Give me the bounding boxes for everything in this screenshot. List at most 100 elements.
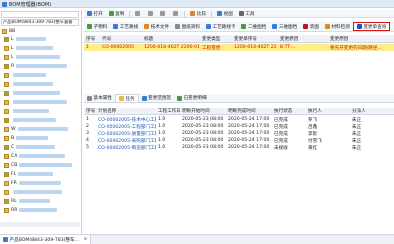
column-header[interactable]: 变更单序号 [234,35,276,42]
toolbar-button[interactable]: 打开 [84,10,106,17]
tree-item[interactable]: CB [4,162,73,168]
toolbar-button[interactable]: 视图 [214,10,236,17]
tree-item[interactable] [4,108,49,114]
table-cell: 付雪飞 [308,138,322,144]
tree-item[interactable]: C [4,144,56,150]
table-row[interactable]: 2 CO-00002005-工程部门工程...1.0 2020-05-23 08:0… [84,123,394,130]
column-header[interactable]: 序号 [86,108,96,114]
tool-icon [175,24,181,29]
table-row[interactable]: 3 CO-00002005-质量部门工程...1.0 2020-05-23 08:0… [84,130,394,137]
tree-item[interactable]: B [4,135,49,141]
toolbar-button[interactable]: 工具 [236,10,258,17]
change-order-grid: 序号 代号 标题 变更类型 变更单序号 变更原因 变更原因 1 CO-00002005 1200… [84,35,394,85]
table-row[interactable]: 1 CO-00002005-技术中心工程...1.0 2020-05-23 08:0… [84,116,394,123]
toolbar-button[interactable]: 复制 [106,10,128,17]
table-cell: 罗飞 [308,117,318,123]
horizontal-scrollbar[interactable] [0,222,80,227]
app-icon [2,1,7,7]
column-header[interactable]: 工程工作日 [158,108,180,114]
column-header[interactable]: 执行状态 [274,108,304,114]
tree-item[interactable]: RL [4,198,50,204]
toolbar-tab-button[interactable]: 材料检测 [322,22,353,31]
table-cell: 朱正 [352,131,362,137]
toolbar-tab-button[interactable]: 工艺路线卡 [203,22,238,31]
redacted-text [18,199,50,203]
toolbar-tab-button[interactable]: 装图 [300,22,322,31]
table-cell: 已完成 [274,124,288,130]
tree-item[interactable] [4,72,46,78]
table-cell: 4 [86,138,89,143]
part-icon [4,153,9,159]
column-header[interactable]: 明晰完成时间 [228,108,272,114]
tool-icon [144,24,150,29]
part-icon [4,198,9,204]
table-row[interactable]: 5 CO-00002005-制造部门工程...1.0 2020-05-23 08:0… [84,144,394,151]
toolbar-button[interactable] [157,10,170,17]
toolbar-button[interactable] [132,10,145,17]
table-cell: 1.0 [158,138,166,143]
toolbar-tab-button[interactable]: 三维图档 [269,22,300,31]
column-header[interactable]: 执行人 [308,108,348,114]
table-row[interactable]: 4 CO-00002005-采购部门工程...1.0 2020-05-23 08:0… [84,137,394,144]
change-order-query-button[interactable]: 变更单查询 [352,22,391,31]
tree-item[interactable]: FL [4,171,54,177]
tree-item[interactable]: FR [4,180,61,186]
toolbar-tab-button[interactable]: 图纸资料 [172,22,203,31]
tool-icon [190,11,196,16]
toolbar-button[interactable] [145,10,158,17]
tree-item[interactable]: RR [4,207,58,213]
column-header[interactable]: 明晰开始时间 [182,108,226,114]
toolbar-button[interactable]: 比较 [187,10,209,17]
product-tree[interactable]: BB L L L R W B C CA CB FL FR RL RR [0,28,80,218]
tree-item[interactable] [4,189,62,195]
toolbar-tab-button[interactable]: 工艺路线 [110,22,141,31]
table-cell: 2020-05-24 17:00 [228,124,270,129]
tree-item[interactable]: L [4,45,53,51]
detail-tab[interactable]: 任务 [114,94,139,102]
column-header[interactable]: 标题 [144,35,199,42]
column-header[interactable]: 代号 [102,35,142,42]
tree-item[interactable]: L [4,54,60,60]
column-header[interactable]: 变更类型 [202,35,230,42]
column-header[interactable]: 变更原因 [280,35,325,42]
toolbar-button[interactable] [170,10,183,17]
tool-icon [87,11,92,16]
part-icon [4,63,9,69]
tree-item[interactable]: W [4,126,68,132]
table-cell: 1 [86,45,89,50]
part-icon [4,162,9,168]
table-row[interactable]: 1 CO-00002005 1200-016-462T 2200-011-...工程… [84,44,394,51]
detail-tab[interactable]: 基本属性 [84,94,115,102]
tree-item[interactable] [4,117,56,123]
toolbar-tab-button[interactable]: 子物料 [84,22,110,31]
tree-item[interactable] [4,90,60,96]
column-header[interactable]: 序号 [86,35,96,42]
tool-icon [172,11,178,16]
tree-item[interactable]: R [4,63,68,69]
tree-item[interactable]: L [4,36,46,42]
table-cell: 2020-05-24 17:00 [228,138,270,143]
tree-root[interactable]: BB [2,28,15,34]
search-input[interactable] [1,11,79,18]
document-tab[interactable]: 产品BOM(8843-309-783)整车... × [0,235,92,244]
tree-item[interactable] [4,81,53,87]
table-cell: 1200-016-462T 2200-011-... [144,45,199,50]
toolbar-tab-button[interactable]: 二维图档 [238,22,269,31]
close-icon[interactable]: × [84,237,88,242]
tool-icon [217,11,223,16]
column-header[interactable]: 变更原因 [330,35,394,42]
table-cell: 吕鑫 [308,124,318,130]
part-icon [4,144,9,150]
column-header[interactable]: 分派人 [352,108,392,114]
part-icon [4,54,9,60]
product-filter-select[interactable]: 产品BOM(8843-309-783)整车置备 [1,19,79,26]
tree-item[interactable]: CA [4,153,66,159]
tab-icon [118,96,124,101]
toolbar-tab-button[interactable]: 技术文件 [141,22,172,31]
column-header[interactable]: 计划名称 [98,108,156,114]
part-icon [4,108,9,114]
table-cell: 朱正 [352,145,362,151]
detail-tab[interactable]: 变更范围签 [139,94,174,102]
detail-tab[interactable]: 已变更明细 [174,94,209,102]
tree-item[interactable] [4,99,67,105]
